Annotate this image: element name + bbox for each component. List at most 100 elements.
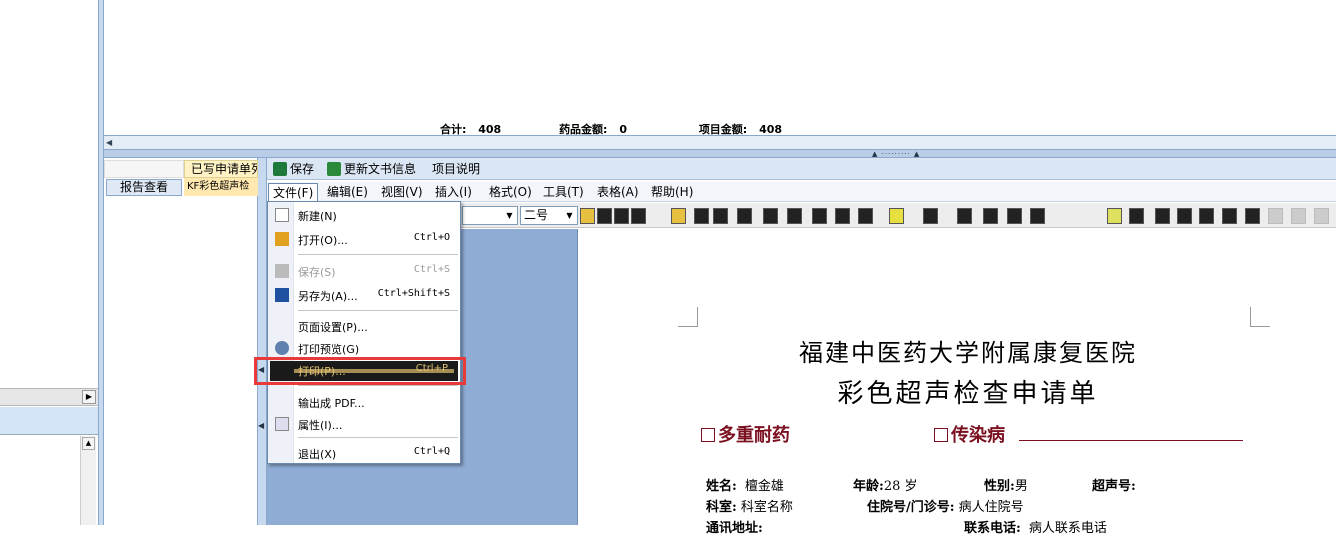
age-label: 年龄: xyxy=(853,479,884,494)
checkbox-icon xyxy=(701,428,715,442)
menu-item-export-pdf[interactable]: 输出成 PDF... xyxy=(268,391,462,413)
indent-icon[interactable] xyxy=(787,208,802,224)
open-folder-icon xyxy=(275,232,289,246)
left-vertical-scrollbar[interactable]: ▲ xyxy=(80,436,96,525)
left-panel-header xyxy=(0,407,98,435)
menu-insert[interactable]: 插入(I) xyxy=(431,183,476,201)
font-color-icon[interactable] xyxy=(858,208,873,224)
menu-edit[interactable]: 编辑(E) xyxy=(323,183,372,201)
disabled-tool-icon xyxy=(1291,208,1306,224)
inpatient-no-value[interactable]: 病人住院号 xyxy=(959,500,1024,515)
menu-item-print-preview[interactable]: 打印预览(G) xyxy=(268,337,462,359)
align-left-icon[interactable] xyxy=(631,208,646,224)
file-menu-dropdown: 新建(N) 打开(O)... Ctrl+O 保存(S) Ctrl+S 另存为(A… xyxy=(267,201,461,464)
sex-value[interactable]: 男 xyxy=(1015,479,1028,494)
horizontal-splitter[interactable]: ▲ ········· ▲ xyxy=(104,150,1336,158)
font-name-select[interactable]: ▼ xyxy=(462,206,518,225)
new-file-icon xyxy=(275,208,289,222)
disabled-tool-icon xyxy=(1268,208,1283,224)
document-toolbar: 保存 更新文书信息 项目说明 xyxy=(267,158,1336,180)
menu-table[interactable]: 表格(A) xyxy=(593,183,643,201)
left-horizontal-scrollbar[interactable]: ▶ xyxy=(0,388,98,406)
highlight-icon[interactable] xyxy=(835,208,850,224)
save-button[interactable]: 保存 xyxy=(273,161,314,177)
menu-format[interactable]: 格式(O) xyxy=(485,183,536,201)
splitter-grip-icon[interactable]: ▲ ········· ▲ xyxy=(872,150,920,158)
copy-icon[interactable] xyxy=(1222,208,1237,224)
menu-item-save: 保存(S) Ctrl+S xyxy=(268,260,462,282)
menu-item-properties[interactable]: 属性(I)... xyxy=(268,413,462,435)
preview-icon[interactable] xyxy=(1199,208,1214,224)
record-panel xyxy=(104,158,258,525)
align-center-icon[interactable] xyxy=(671,208,686,224)
infectious-input-line[interactable] xyxy=(1019,440,1243,441)
written-requests-tab[interactable]: 已写申请单列 xyxy=(184,160,258,178)
update-doc-info-button[interactable]: 更新文书信息 xyxy=(327,161,416,177)
infectious-checkbox[interactable]: 传染病 xyxy=(934,421,1005,447)
form-title: 彩色超声检查申请单 xyxy=(837,379,1099,409)
menu-item-save-as[interactable]: 另存为(A)... Ctrl+Shift+S xyxy=(268,284,462,306)
comment-icon[interactable] xyxy=(1107,208,1122,224)
underline-icon[interactable] xyxy=(614,208,629,224)
bold-icon[interactable] xyxy=(580,208,595,224)
special-chars-icon[interactable] xyxy=(1030,208,1045,224)
address-label: 通讯地址: xyxy=(706,521,763,536)
record-name[interactable]: KF彩色超声检 xyxy=(184,178,258,196)
chevron-down-icon: ▼ xyxy=(506,211,513,220)
order-list-area xyxy=(104,0,1336,135)
name-value[interactable]: 檀金雄 xyxy=(745,479,784,494)
save-as-icon xyxy=(275,288,289,302)
ultrasound-no-label: 超声号: xyxy=(1092,479,1136,494)
menu-help[interactable]: 帮助(H) xyxy=(647,183,697,201)
record-row[interactable]: 报告查看 KF彩色超声检 xyxy=(104,178,258,196)
menu-bar: 文件(F) 编辑(E) 视图(V) 插入(I) 格式(O) 工具(T) 表格(A… xyxy=(267,182,1336,202)
editor-splitter[interactable] xyxy=(258,158,267,525)
eraser-icon[interactable] xyxy=(923,208,938,224)
menu-item-exit[interactable]: 退出(X) Ctrl+Q xyxy=(268,442,462,464)
menu-resize-handle[interactable]: ◀ ◀ xyxy=(258,365,264,435)
document-icon[interactable] xyxy=(1245,208,1260,224)
print-icon[interactable] xyxy=(1177,208,1192,224)
save-icon xyxy=(275,264,289,278)
save-icon xyxy=(273,162,287,176)
align-right-icon[interactable] xyxy=(694,208,709,224)
font-grow-icon[interactable] xyxy=(957,208,972,224)
text-style-icon[interactable] xyxy=(1007,208,1022,224)
name-label: 姓名: xyxy=(706,479,737,494)
search-icon[interactable] xyxy=(1129,208,1144,224)
phone-value[interactable]: 病人联系电话 xyxy=(1029,521,1107,536)
scroll-left-icon[interactable]: ◀ xyxy=(106,137,120,149)
menu-item-new[interactable]: 新建(N) xyxy=(268,204,462,226)
font-size-select[interactable]: 二号 ▼ xyxy=(520,206,578,225)
age-value[interactable]: 28 岁 xyxy=(884,479,918,494)
menu-tools[interactable]: 工具(T) xyxy=(539,183,588,201)
sex-label: 性别: xyxy=(984,479,1015,494)
menu-view[interactable]: 视图(V) xyxy=(377,183,427,201)
menu-item-page-setup[interactable]: 页面设置(P)... xyxy=(268,315,462,337)
scroll-right-icon[interactable]: ▶ xyxy=(82,390,96,404)
mdro-checkbox[interactable]: 多重耐药 xyxy=(701,421,790,447)
outdent-icon[interactable] xyxy=(812,208,827,224)
inpatient-no-label: 住院号/门诊号: xyxy=(867,500,955,515)
scroll-up-icon[interactable]: ▲ xyxy=(82,437,95,450)
properties-icon xyxy=(275,417,289,431)
item-description-button[interactable]: 项目说明 xyxy=(432,161,480,177)
record-list-header: 已写申请单列 xyxy=(104,160,258,178)
menu-item-open[interactable]: 打开(O)... Ctrl+O xyxy=(268,228,462,250)
find-icon[interactable] xyxy=(1155,208,1170,224)
department-label: 科室: xyxy=(706,500,737,515)
numbered-list-icon[interactable] xyxy=(737,208,752,224)
report-view-button[interactable]: 报告查看 xyxy=(106,179,182,196)
bullet-list-icon[interactable] xyxy=(763,208,778,224)
phone-label: 联系电话: xyxy=(964,521,1021,536)
menu-file[interactable]: 文件(F) xyxy=(268,183,319,201)
top-horizontal-scrollbar[interactable]: ◀ xyxy=(104,135,1336,150)
marker-icon[interactable] xyxy=(889,208,904,224)
checkbox-icon xyxy=(934,428,948,442)
department-value[interactable]: 科室名称 xyxy=(741,500,793,515)
annotation-highlight-box xyxy=(254,357,466,385)
italic-icon[interactable] xyxy=(597,208,612,224)
font-shrink-icon[interactable] xyxy=(983,208,998,224)
justify-icon[interactable] xyxy=(713,208,728,224)
update-icon xyxy=(327,162,341,176)
